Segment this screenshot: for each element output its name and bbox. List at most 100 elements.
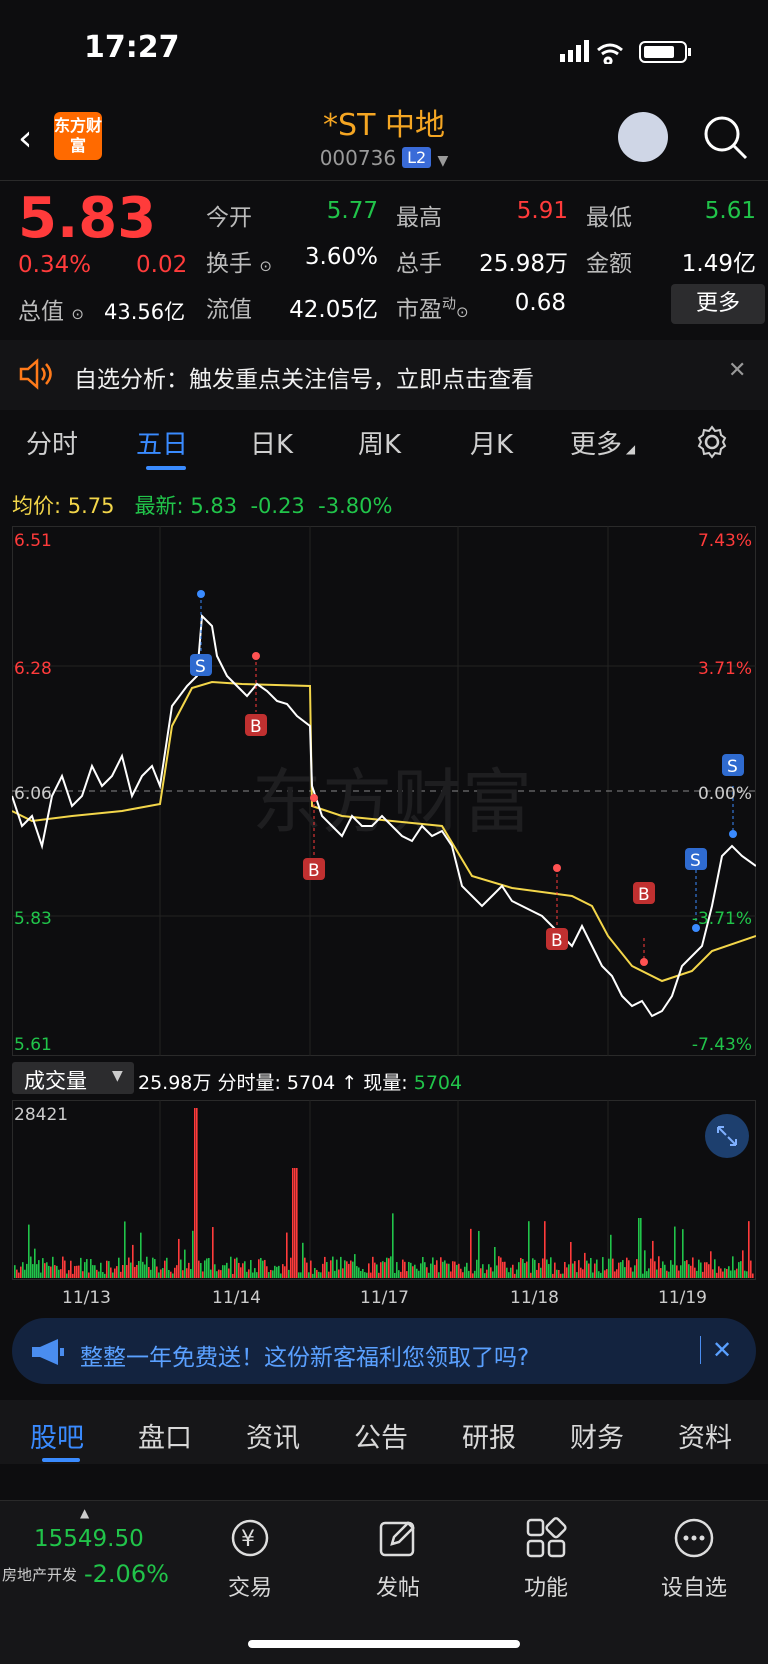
volume-bar <box>114 1268 116 1278</box>
volume-bar <box>584 1252 586 1278</box>
volume-bar <box>532 1258 534 1278</box>
close-icon[interactable]: ✕ <box>728 358 746 383</box>
float-label: 流值 <box>206 297 252 323</box>
volume-bar <box>572 1263 574 1278</box>
volume-bar <box>358 1267 360 1278</box>
volume-bar <box>698 1259 700 1278</box>
volume-bar <box>68 1270 70 1278</box>
volume-bar <box>498 1256 500 1278</box>
home-indicator <box>248 1640 520 1648</box>
volume-bar <box>568 1264 570 1278</box>
volume-bar <box>570 1241 572 1278</box>
y-tick-right: 0.00% <box>698 784 752 804</box>
volume-bar <box>538 1263 540 1278</box>
tab-weekly-k[interactable]: 周K <box>358 424 401 461</box>
close-icon[interactable]: ✕ <box>712 1336 732 1364</box>
tab-more[interactable]: 更多 ◢ <box>570 424 635 461</box>
volume-chart[interactable]: 28421 <box>12 1100 756 1280</box>
volume-bar <box>52 1256 54 1278</box>
volume-bar <box>512 1264 514 1278</box>
volume-bar <box>620 1262 622 1278</box>
volume-bar <box>720 1268 722 1278</box>
volume-bar <box>128 1257 130 1278</box>
nav-trade[interactable]: 交易 <box>200 1570 300 1602</box>
volume-bar <box>292 1168 294 1278</box>
expand-icon[interactable] <box>705 1114 749 1158</box>
x-tick: 11/17 <box>360 1288 409 1308</box>
settings-gear-icon[interactable] <box>694 424 730 460</box>
volume-bar <box>136 1264 138 1278</box>
volume-bar <box>78 1265 80 1278</box>
tab-news[interactable]: 资讯 <box>246 1416 300 1455</box>
volume-bars <box>14 1108 754 1278</box>
volume-bar <box>544 1221 546 1278</box>
high-label: 最高 <box>396 205 442 231</box>
chart-watermark: 东方财富 <box>252 761 532 843</box>
volume-bar <box>188 1262 190 1278</box>
amount-label: 金额 <box>586 251 632 277</box>
volume-bar <box>198 1260 200 1278</box>
volume-bar <box>508 1272 510 1278</box>
five-day-price-chart[interactable]: 东方财富 S B B B B S S 6.51 6.28 6.06 5.83 5… <box>12 526 756 1056</box>
volume-bar <box>632 1271 634 1278</box>
tab-guba[interactable]: 股吧 <box>30 1416 84 1455</box>
volume-bar <box>288 1269 290 1278</box>
volume-bar <box>194 1108 196 1278</box>
caret-up-icon: ▲ <box>80 1506 90 1520</box>
volume-bar <box>562 1273 564 1278</box>
index-value[interactable]: 15549.50 <box>34 1526 144 1552</box>
volume-bar <box>244 1261 246 1278</box>
volume-bar <box>20 1266 22 1278</box>
volume-selector-label: 成交量 <box>24 1069 87 1093</box>
tab-daily-k[interactable]: 日K <box>250 424 293 461</box>
volume-bar <box>30 1256 32 1278</box>
volume-bar <box>62 1256 64 1278</box>
volume-bar <box>236 1257 238 1278</box>
active-tab-indicator <box>42 1458 80 1462</box>
nav-post[interactable]: 发帖 <box>348 1570 448 1602</box>
volume-bar <box>696 1270 698 1278</box>
volume-bar <box>256 1272 258 1278</box>
nav-add-watchlist[interactable]: 设自选 <box>644 1570 744 1602</box>
volume-bar <box>44 1263 46 1278</box>
volume-bar <box>274 1265 276 1278</box>
volume-bar <box>470 1228 472 1278</box>
volume-bar <box>680 1265 682 1278</box>
volume-bar <box>88 1272 90 1278</box>
turnover-label: 换手 ⊙ <box>206 251 272 277</box>
tab-pankou[interactable]: 盘口 <box>138 1416 192 1455</box>
volume-bar <box>618 1262 620 1278</box>
tab-intraday[interactable]: 分时 <box>26 424 78 461</box>
volume-bar <box>16 1269 18 1278</box>
volume-bar <box>630 1267 632 1278</box>
nav-functions[interactable]: 功能 <box>496 1570 596 1602</box>
level-badge: L2 <box>402 147 432 168</box>
tab-research[interactable]: 研报 <box>462 1416 516 1455</box>
volume-bar <box>528 1221 530 1278</box>
tab-announcements[interactable]: 公告 <box>354 1416 408 1455</box>
volume-bar <box>380 1262 382 1278</box>
svg-text:B: B <box>638 885 650 905</box>
search-icon[interactable] <box>702 114 748 160</box>
volume-bar <box>168 1269 170 1278</box>
buy-marker: B <box>546 864 568 951</box>
volume-bar <box>350 1260 352 1278</box>
volume-bar <box>706 1262 708 1278</box>
trade-icon: ¥ <box>231 1519 269 1557</box>
tab-profile[interactable]: 资料 <box>678 1416 732 1455</box>
volume-bar <box>308 1272 310 1278</box>
tab-monthly-k[interactable]: 月K <box>470 424 513 461</box>
volume-bar <box>534 1259 536 1278</box>
volume-bar <box>466 1262 468 1278</box>
volume-bar <box>728 1266 730 1278</box>
tab-finance[interactable]: 财务 <box>570 1416 624 1455</box>
volume-bar <box>204 1260 206 1278</box>
volume-bar <box>372 1256 374 1278</box>
volume-bar <box>42 1258 44 1278</box>
tab-five-day[interactable]: 五日 <box>136 424 188 461</box>
volume-bar <box>504 1261 506 1278</box>
volume-bar <box>370 1272 372 1278</box>
active-tab-indicator <box>146 466 186 470</box>
more-quote-button[interactable]: 更多 <box>671 284 765 324</box>
robot-assistant-icon[interactable] <box>618 112 668 162</box>
